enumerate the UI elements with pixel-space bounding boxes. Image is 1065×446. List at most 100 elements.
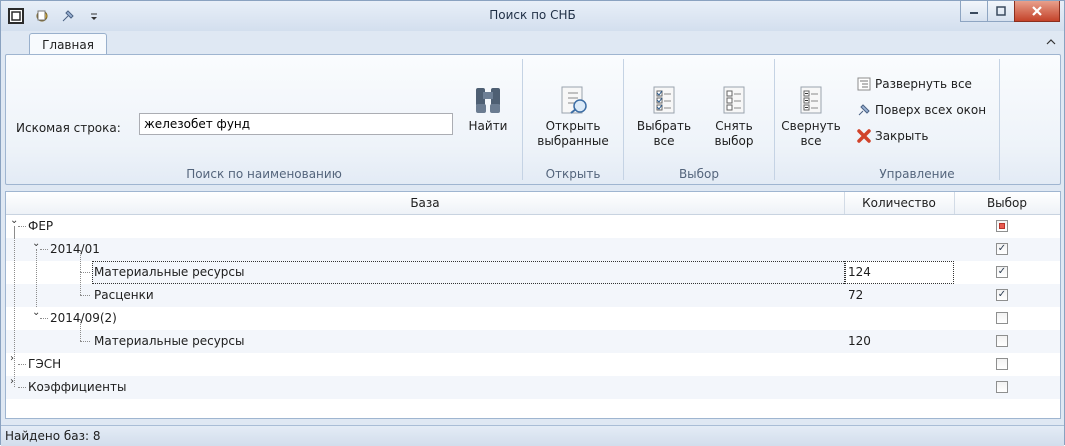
tree-line xyxy=(80,341,90,342)
quantity-cell: 124 xyxy=(844,261,954,284)
select-checkbox[interactable] xyxy=(996,266,1008,278)
tree-node-label: 2014/09(2) xyxy=(50,311,117,325)
tree-node-label: ФЕР xyxy=(28,219,54,233)
select-checkbox[interactable] xyxy=(996,381,1008,393)
column-header-quantity[interactable]: Количество xyxy=(844,192,955,214)
select-checkbox[interactable] xyxy=(996,335,1008,347)
maximize-button[interactable] xyxy=(987,1,1015,22)
close-button[interactable]: Закрыть xyxy=(857,129,928,143)
tree-node-label: Расценки xyxy=(94,288,154,302)
select-all-icon xyxy=(653,86,675,114)
deselect-button[interactable]: Снять выбор xyxy=(704,85,764,149)
search-input[interactable] xyxy=(139,113,453,135)
table-row[interactable]: Материальные ресурсы 124 xyxy=(6,250,1060,284)
collapse-all-label-1: Свернуть xyxy=(781,119,841,133)
expand-all-button[interactable]: Развернуть все xyxy=(857,77,972,91)
search-label: Искомая строка: xyxy=(16,121,121,135)
table-row[interactable]: › Коэффициенты xyxy=(6,364,1060,399)
tree-line xyxy=(36,249,37,307)
open-selected-label-1: Открыть xyxy=(545,119,601,133)
tree-line xyxy=(80,272,90,273)
select-checkbox[interactable] xyxy=(996,220,1008,232)
find-button[interactable]: Найти xyxy=(460,85,516,134)
deselect-icon xyxy=(723,86,745,114)
table-row[interactable]: ⌄ 2014/01 xyxy=(6,226,1060,261)
always-on-top-button[interactable]: Поверх всех окон xyxy=(857,103,986,117)
title-bar: Поиск по СНБ xyxy=(1,1,1064,31)
tree-line xyxy=(14,226,15,375)
deselect-label-1: Снять xyxy=(715,119,753,133)
search-group: Искомая строка: Найти Поиск по наименова… xyxy=(6,55,522,184)
tree-line xyxy=(80,319,81,341)
search-group-label: Поиск по наименованию xyxy=(186,167,342,181)
status-bar: Найдено баз: 8 xyxy=(1,425,1064,446)
select-group: Выбрать все Снять выбор Выбор xyxy=(624,55,774,184)
select-checkbox[interactable] xyxy=(996,312,1008,324)
table-row[interactable]: Расценки 72 xyxy=(6,272,1060,307)
window-controls xyxy=(960,1,1060,22)
collapse-all-button[interactable]: Свернуть все xyxy=(781,85,841,149)
grid-body: ⌄ ФЕР ⌄ 2014/01 Материальные ресурсы xyxy=(6,215,1060,418)
collapse-node-icon[interactable]: ⌄ xyxy=(10,215,18,226)
ribbon-tabs: Главная xyxy=(1,31,1064,55)
open-group: Открыть выбранные Открыть xyxy=(523,55,623,184)
expand-all-label: Развернуть все xyxy=(875,77,972,91)
manage-group-label: Управление xyxy=(879,167,955,181)
select-all-button[interactable]: Выбрать все xyxy=(634,85,694,149)
table-row[interactable]: ⌄ ФЕР xyxy=(6,215,1060,238)
close-icon xyxy=(857,129,871,143)
tab-home[interactable]: Главная xyxy=(29,33,107,55)
tree-line xyxy=(40,318,48,319)
tree-node-label: ГЭСН xyxy=(28,357,62,371)
tree-node-label: Коэффициенты xyxy=(28,380,127,394)
collapse-ribbon-icon[interactable] xyxy=(1046,36,1056,49)
open-selected-label-2: выбранные xyxy=(537,134,609,148)
tree-line xyxy=(18,226,26,227)
find-button-label: Найти xyxy=(468,119,508,133)
expand-node-icon[interactable]: › xyxy=(10,353,14,364)
table-row[interactable]: › ГЭСН xyxy=(6,226,1060,376)
select-all-label-1: Выбрать xyxy=(636,119,692,133)
pin-icon xyxy=(858,104,870,116)
tree-node-label: 2014/01 xyxy=(50,242,100,256)
collapse-node-icon[interactable]: ⌄ xyxy=(32,238,40,249)
close-window-button[interactable] xyxy=(1014,1,1060,22)
table-row[interactable]: Материальные ресурсы 120 xyxy=(6,319,1060,353)
quantity-cell: 72 xyxy=(848,288,864,302)
tree-node-label: Материальные ресурсы xyxy=(94,334,245,348)
search-window: Поиск по СНБ Главная Искомая строка: жел… xyxy=(0,0,1065,446)
select-checkbox[interactable] xyxy=(996,243,1008,255)
quantity-cell: 120 xyxy=(848,334,871,348)
collapse-node-icon[interactable]: ⌄ xyxy=(32,307,40,318)
tree-line xyxy=(14,364,15,387)
tree-line xyxy=(40,249,48,250)
manage-group: Свернуть все Развернуть все Поверх всех … xyxy=(775,55,999,184)
close-label: Закрыть xyxy=(875,129,929,143)
tree-node-label: Материальные ресурсы xyxy=(92,261,846,284)
grid-header: База Количество Выбор xyxy=(6,192,1060,215)
collapse-all-label-2: все xyxy=(800,134,822,148)
select-checkbox[interactable] xyxy=(996,289,1008,301)
select-checkbox[interactable] xyxy=(996,358,1008,370)
column-header-base[interactable]: База xyxy=(6,192,845,214)
always-on-top-label: Поверх всех окон xyxy=(875,103,987,117)
open-selected-icon xyxy=(561,86,587,114)
ribbon-separator xyxy=(999,59,1000,180)
tree-line xyxy=(80,250,81,272)
tree-line xyxy=(18,364,26,365)
deselect-label-2: выбор xyxy=(714,134,754,148)
tree-line xyxy=(80,272,81,295)
tree-line xyxy=(80,295,90,296)
select-group-label: Выбор xyxy=(678,167,720,181)
open-selected-button[interactable]: Открыть выбранные xyxy=(533,85,613,149)
collapse-all-icon xyxy=(800,86,822,114)
minimize-button[interactable] xyxy=(960,1,988,22)
status-text: Найдено баз: 8 xyxy=(5,429,101,443)
expand-node-icon[interactable]: › xyxy=(10,376,14,387)
select-all-label-2: все xyxy=(653,134,675,148)
table-row[interactable]: ⌄ 2014/09(2) xyxy=(6,249,1060,330)
expand-all-icon xyxy=(857,77,871,91)
open-group-label: Открыть xyxy=(545,167,601,181)
column-header-select[interactable]: Выбор xyxy=(954,192,1060,214)
ribbon: Искомая строка: Найти Поиск по наименова… xyxy=(5,54,1061,185)
